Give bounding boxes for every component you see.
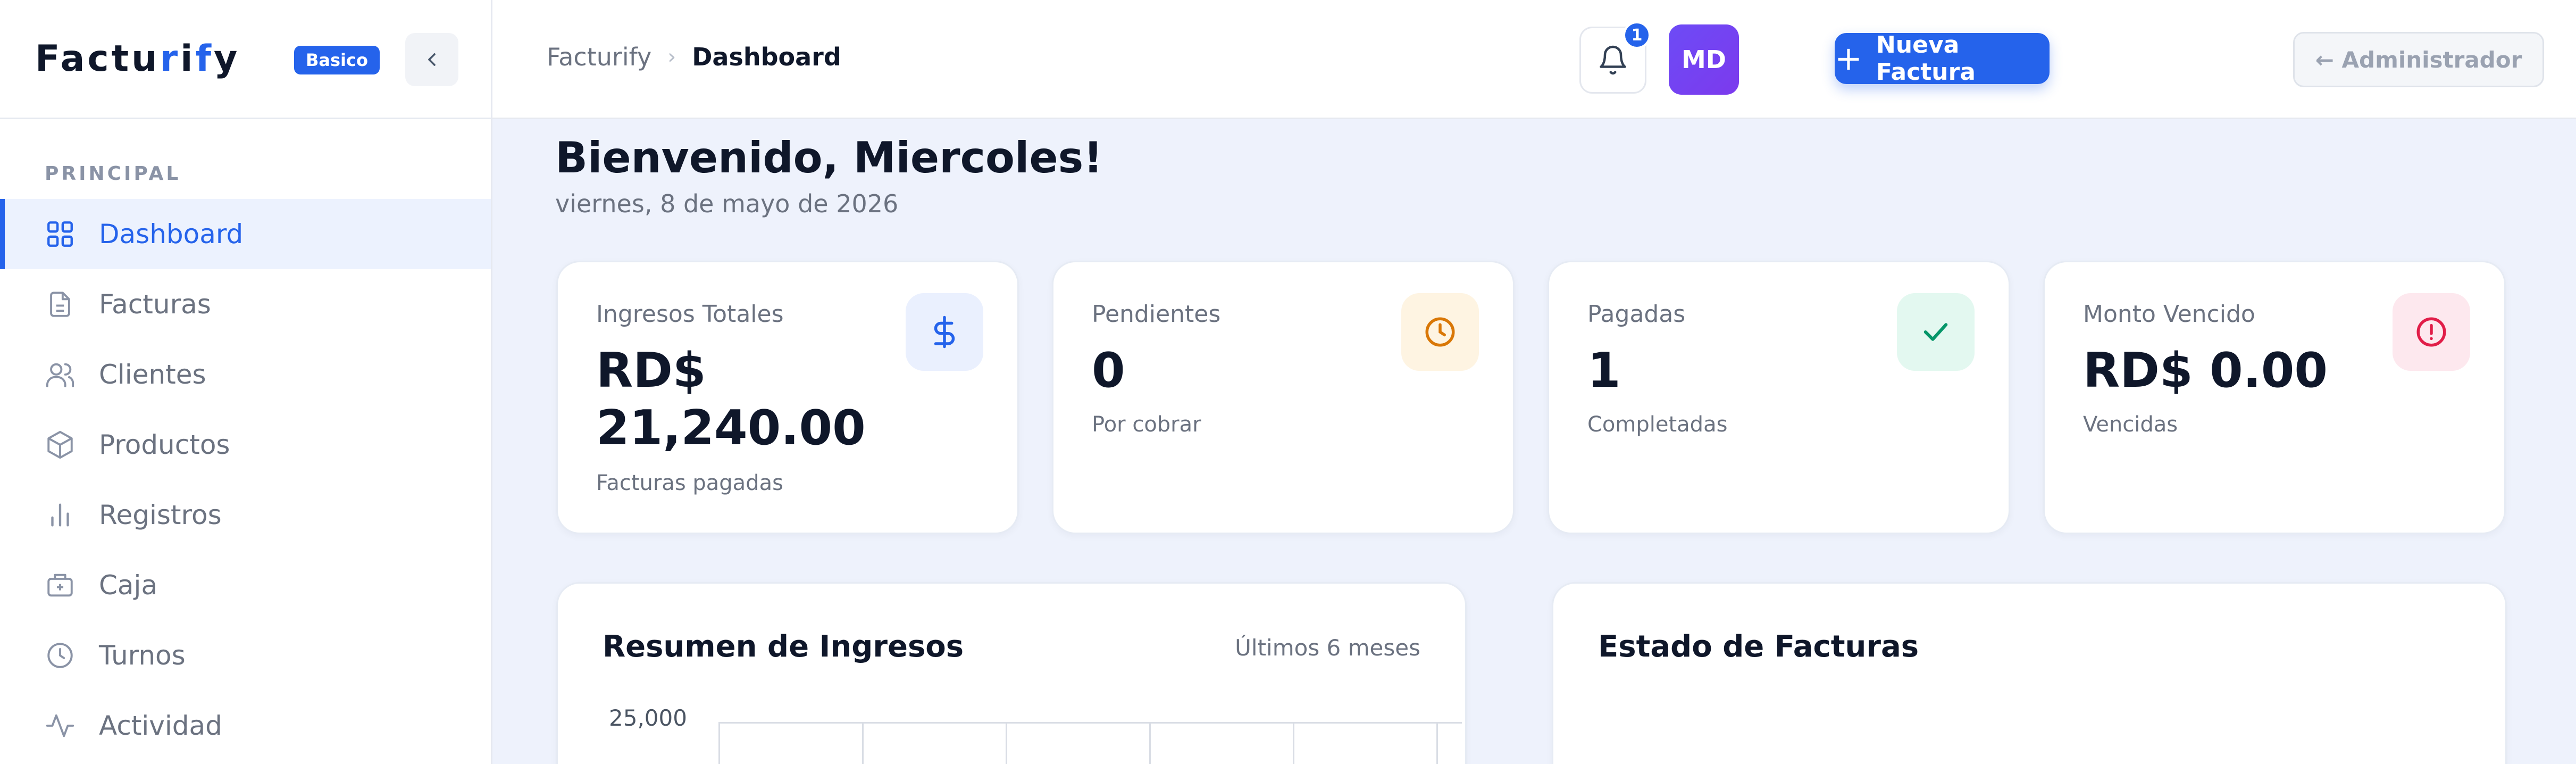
- stat-subtitle: Vencidas: [2083, 412, 2178, 437]
- plan-badge: Basico: [294, 46, 380, 74]
- stat-card-ingresos: Ingresos Totales RD$ 21,240.00 Facturas …: [556, 261, 1019, 534]
- clock-icon: [1425, 317, 1455, 347]
- stat-value: RD$ 0.00: [2083, 343, 2328, 398]
- stat-icon-box: [2393, 293, 2470, 371]
- sidebar-item-label: Turnos: [99, 640, 186, 671]
- panel-range-label: Últimos 6 meses: [1235, 635, 1420, 661]
- clock-icon: [47, 643, 73, 668]
- stat-icon-box: [1401, 293, 1479, 371]
- activity-icon: [46, 714, 74, 737]
- sidebar-item-label: Actividad: [99, 710, 222, 741]
- stat-value: RD$ 21,240.00: [596, 343, 866, 456]
- chart-gridline: [1293, 722, 1294, 764]
- new-invoice-button[interactable]: + Nueva Factura: [1835, 31, 2050, 86]
- collapse-sidebar-button[interactable]: [405, 33, 458, 86]
- sidebar-item-label: Facturas: [99, 289, 211, 320]
- stat-icon-box: [1897, 293, 1975, 371]
- chart-gridline: [1436, 722, 1438, 764]
- brand-row: Facturify Basico: [0, 0, 491, 119]
- stat-title: Pendientes: [1092, 301, 1221, 328]
- y-axis-tick: 25,000: [609, 705, 687, 731]
- chevron-left-icon: [428, 53, 436, 66]
- chart-gridline: [718, 722, 720, 764]
- box-icon: [47, 430, 73, 459]
- stat-subtitle: Por cobrar: [1092, 412, 1201, 437]
- stat-title: Pagadas: [1587, 301, 1686, 328]
- users-icon: [46, 363, 74, 387]
- sidebar-item-registros[interactable]: Registros: [0, 480, 491, 550]
- sidebar-item-actividad[interactable]: Actividad: [0, 691, 491, 761]
- sidebar-item-label: Productos: [99, 429, 230, 460]
- sidebar-item-label: Clientes: [99, 359, 206, 390]
- stat-subtitle: Facturas pagadas: [596, 471, 783, 495]
- breadcrumb-separator: ›: [667, 45, 676, 69]
- bar-chart-icon: [51, 503, 69, 527]
- plus-icon: +: [1835, 39, 1862, 78]
- sidebar-nav: Dashboard Facturas Clientes Productos Re…: [0, 199, 491, 761]
- sidebar-item-caja[interactable]: Caja: [0, 550, 491, 620]
- sidebar-item-clientes[interactable]: Clientes: [0, 339, 491, 410]
- sidebar-item-facturas[interactable]: Facturas: [0, 269, 491, 339]
- stat-title: Ingresos Totales: [596, 301, 784, 328]
- check-icon: [1923, 323, 1948, 341]
- revenue-summary-panel: Resumen de Ingresos Últimos 6 meses 25,0…: [556, 582, 1467, 764]
- sidebar-item-label: Caja: [99, 570, 158, 601]
- chart-gridline: [1006, 722, 1007, 764]
- chart-gridline: [1149, 722, 1151, 764]
- dollar-icon: [934, 315, 955, 348]
- current-date: viernes, 8 de mayo de 2026: [555, 189, 899, 218]
- stat-card-monto-vencido: Monto Vencido RD$ 0.00 Vencidas: [2043, 261, 2506, 534]
- top-header: Facturify › Dashboard + Nueva Factura 1 …: [492, 0, 2576, 119]
- document-icon: [50, 292, 70, 317]
- stat-icon-box: [906, 293, 983, 371]
- nav-section-label: PRINCIPAL: [45, 163, 181, 185]
- chart-gridline: [718, 722, 1462, 724]
- stat-card-pagadas: Pagadas 1 Completadas: [1548, 261, 2010, 534]
- app-logo[interactable]: Facturify: [35, 38, 240, 80]
- notification-count-badge: 1: [1623, 21, 1651, 49]
- sidebar-item-turnos[interactable]: Turnos: [0, 620, 491, 691]
- stat-value: 0: [1092, 343, 1125, 398]
- stat-title: Monto Vencido: [2083, 301, 2255, 328]
- panel-title: Resumen de Ingresos: [603, 629, 964, 664]
- page-title: Bienvenido, Miercoles!: [555, 133, 1103, 182]
- bell-icon: [1600, 45, 1626, 75]
- sidebar: Facturify Basico PRINCIPAL Dashboard Fac…: [0, 0, 492, 764]
- chart-gridline: [862, 722, 864, 764]
- breadcrumb-root[interactable]: Facturify: [547, 43, 651, 71]
- sidebar-item-label: Registros: [99, 500, 222, 530]
- cash-register-icon: [47, 574, 73, 597]
- panel-title: Estado de Facturas: [1598, 629, 1919, 664]
- stat-subtitle: Completadas: [1587, 412, 1728, 437]
- user-avatar[interactable]: MD: [1669, 24, 1739, 95]
- alert-circle-icon: [2416, 317, 2446, 347]
- stat-value: 1: [1587, 343, 1621, 398]
- stat-card-pendientes: Pendientes 0 Por cobrar: [1052, 261, 1515, 534]
- sidebar-item-label: Dashboard: [99, 219, 244, 250]
- new-invoice-label: Nueva Factura: [1876, 31, 1976, 86]
- invoice-status-panel: Estado de Facturas: [1552, 582, 2507, 764]
- administrator-button[interactable]: ← Administrador: [2293, 32, 2544, 87]
- grid-icon: [47, 221, 73, 247]
- sidebar-item-dashboard[interactable]: Dashboard: [0, 199, 491, 269]
- breadcrumb: Facturify › Dashboard: [547, 43, 841, 71]
- sidebar-item-productos[interactable]: Productos: [0, 410, 491, 480]
- breadcrumb-current: Dashboard: [692, 43, 841, 71]
